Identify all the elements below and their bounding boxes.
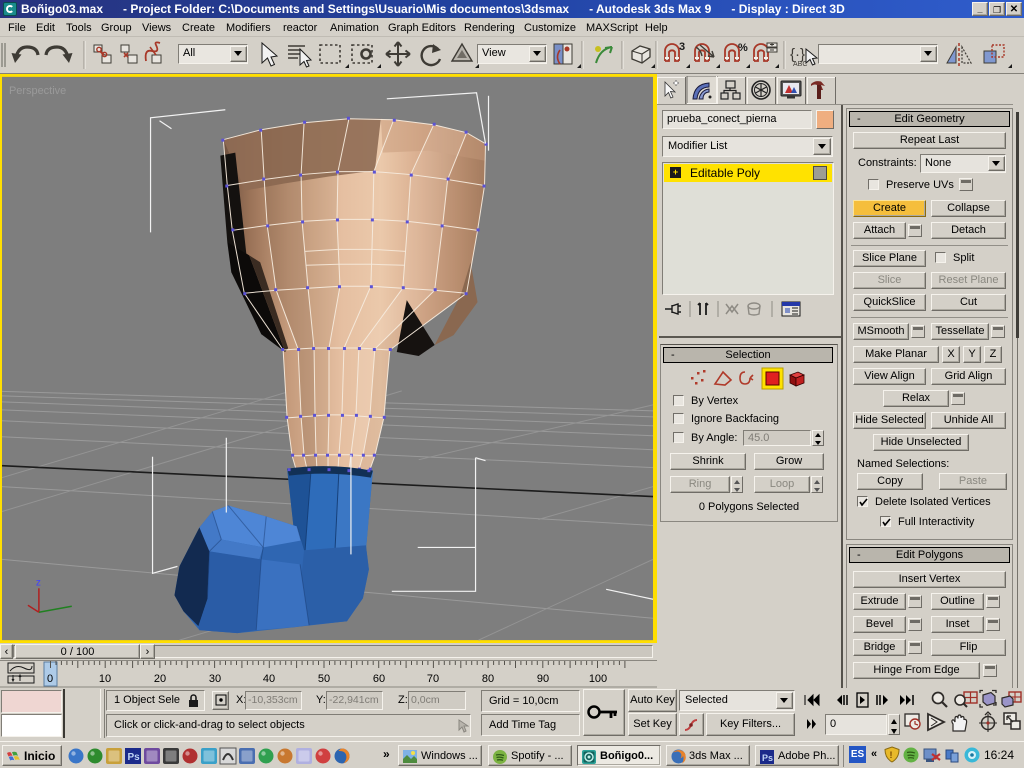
svg-text:ABC: ABC <box>793 61 807 68</box>
svg-text:20: 20 <box>154 673 166 685</box>
svg-text:40: 40 <box>263 673 275 685</box>
svg-text:%: % <box>738 42 748 54</box>
svg-text:z: z <box>36 577 41 588</box>
svg-text:70: 70 <box>427 673 439 685</box>
svg-text:10: 10 <box>99 673 111 685</box>
svg-text:Ps: Ps <box>762 753 773 763</box>
svg-text:Perspective: Perspective <box>9 85 66 97</box>
svg-text:!: ! <box>890 750 893 760</box>
svg-text:60: 60 <box>373 673 385 685</box>
svg-text:80: 80 <box>482 673 494 685</box>
svg-text:3: 3 <box>679 41 685 53</box>
svg-text:100: 100 <box>589 673 607 685</box>
svg-text:Ps: Ps <box>128 752 141 763</box>
svg-text:30: 30 <box>209 673 221 685</box>
svg-text:50: 50 <box>318 673 330 685</box>
svg-text:0: 0 <box>47 673 53 685</box>
svg-text:90: 90 <box>537 673 549 685</box>
